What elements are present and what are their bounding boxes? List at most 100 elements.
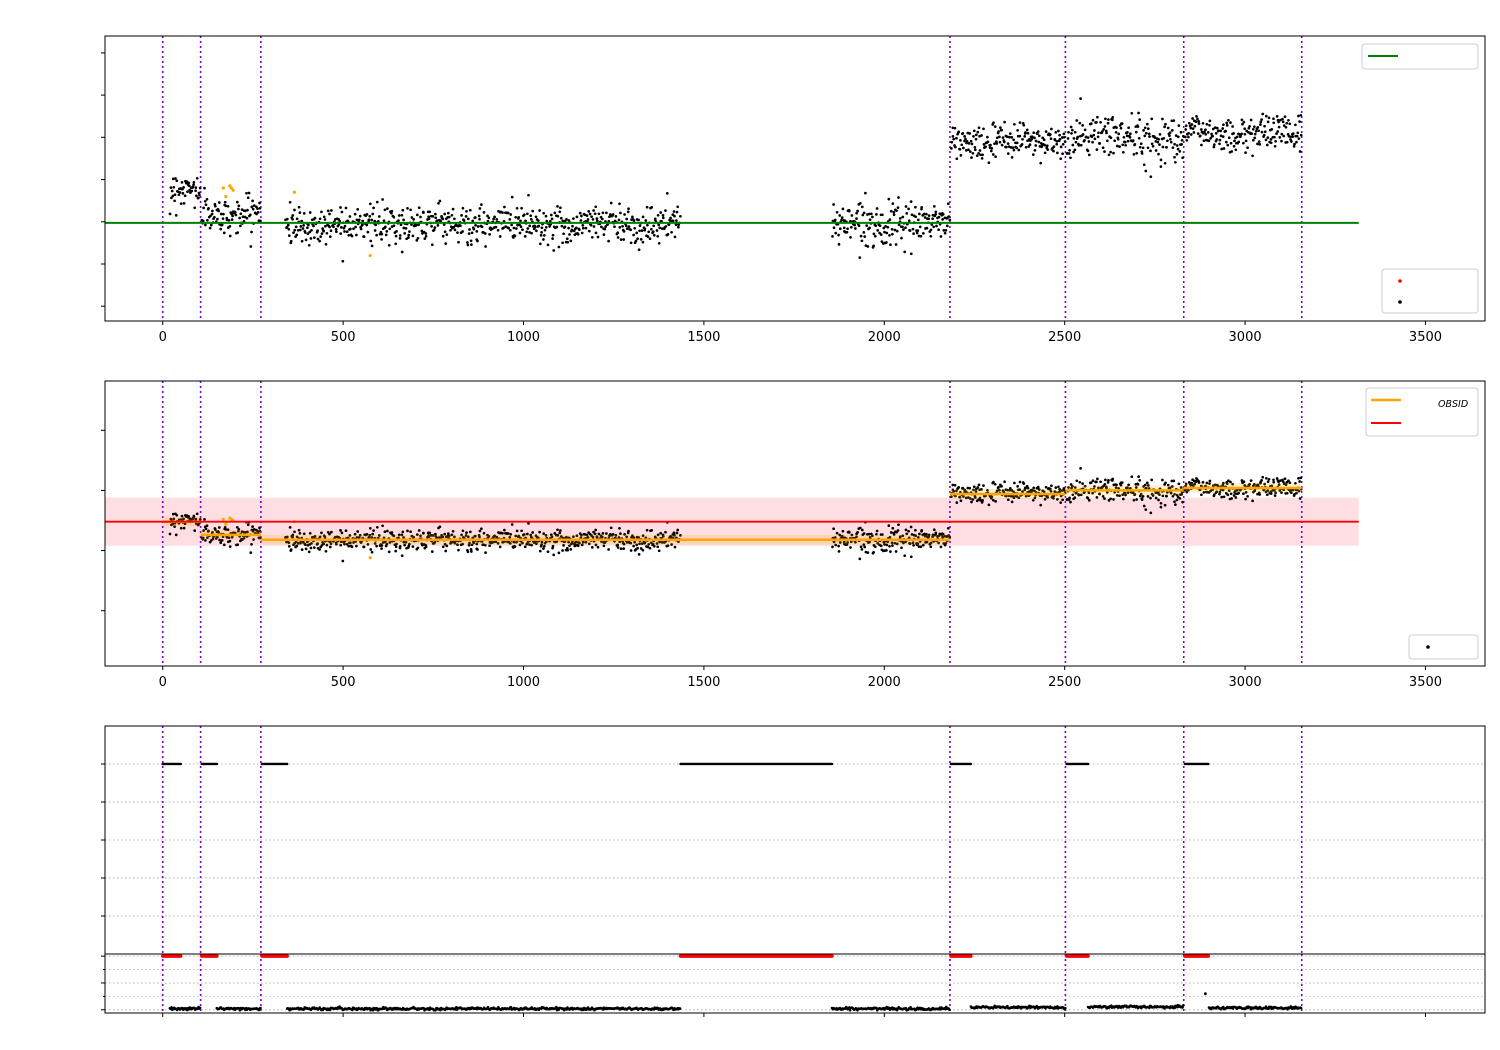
- ok-point: [1272, 117, 1275, 121]
- ok-point: [344, 529, 348, 533]
- ok-point: [1006, 152, 1010, 155]
- ok-point: [1149, 496, 1152, 500]
- ok-point: [911, 227, 915, 231]
- ok-point: [1126, 139, 1130, 143]
- ok-point: [1091, 140, 1094, 144]
- ok-point: [959, 499, 963, 503]
- ok-point: [1251, 154, 1254, 158]
- ok-point: [637, 553, 641, 556]
- ok-point: [1225, 121, 1229, 125]
- ok-point: [322, 215, 326, 219]
- ok-point: [854, 227, 857, 230]
- ok-point: [1224, 129, 1228, 133]
- ok-point: [866, 245, 870, 248]
- ok-point: [1006, 142, 1010, 145]
- ok-point: [316, 229, 319, 233]
- ok-point: [894, 550, 898, 553]
- ok-point: [193, 206, 197, 210]
- ok-point: [520, 529, 523, 533]
- ok-point: [1242, 141, 1245, 145]
- ok-point: [889, 550, 892, 553]
- ok-point: [578, 211, 582, 215]
- ok-point: [1222, 147, 1226, 150]
- ok-point: [1058, 133, 1061, 137]
- ok-point: [1212, 143, 1216, 146]
- ok-point: [675, 531, 679, 535]
- x-tick-label: 3500: [1409, 330, 1442, 345]
- ok-point: [518, 231, 522, 235]
- ok-point: [1253, 132, 1257, 136]
- ok-point: [210, 212, 214, 216]
- ok-point: [1136, 483, 1140, 486]
- ok-point: [369, 239, 373, 243]
- ok-point: [1061, 152, 1064, 156]
- ok-point: [307, 550, 311, 554]
- ok-point: [1256, 126, 1260, 129]
- ok-point: [1132, 153, 1136, 156]
- ok-point: [496, 228, 500, 232]
- ok-point: [676, 205, 680, 209]
- ok-point: [381, 524, 384, 528]
- not-kalman-flag-point: [969, 762, 973, 766]
- ok-point: [903, 250, 907, 254]
- ok-point: [1234, 148, 1238, 152]
- ok-point: [341, 559, 345, 563]
- ok-point: [542, 532, 546, 535]
- ok-point: [1298, 150, 1302, 153]
- ok-point: [180, 181, 184, 184]
- ok-point: [991, 498, 995, 502]
- ok-point: [1011, 146, 1015, 149]
- ok-point: [527, 193, 530, 197]
- ok-point: [303, 231, 307, 234]
- ok-point: [1284, 125, 1288, 129]
- ok-point: [623, 213, 626, 216]
- ok-point: [873, 234, 877, 238]
- ok-point: [233, 211, 237, 214]
- ok-point: [1026, 486, 1030, 490]
- ok-point: [970, 156, 973, 159]
- ok-point: [1187, 135, 1190, 139]
- ok-point: [1112, 498, 1115, 501]
- ok-point: [1281, 117, 1284, 121]
- ok-point: [897, 523, 900, 527]
- ok-point: [1069, 156, 1072, 160]
- ok-point: [390, 531, 394, 534]
- ok-point: [841, 529, 845, 533]
- ok-point: [464, 215, 468, 218]
- ok-point: [859, 545, 863, 549]
- ok-point: [186, 190, 189, 194]
- ok-point: [1132, 498, 1136, 502]
- ok-point: [677, 225, 680, 229]
- ok-point: [857, 224, 861, 228]
- ok-point: [1115, 144, 1119, 148]
- ok-point: [1180, 138, 1184, 142]
- ok-point: [293, 228, 297, 232]
- ok-point: [359, 227, 363, 231]
- ok-point: [438, 525, 442, 529]
- ok-point: [1126, 131, 1129, 134]
- ok-point: [416, 546, 420, 550]
- ok-point: [520, 206, 523, 210]
- ok-point: [657, 223, 661, 227]
- ok-point: [1183, 135, 1187, 139]
- ok-point: [187, 184, 191, 188]
- ok-point: [977, 126, 981, 130]
- ok-point: [208, 226, 212, 230]
- ok-point: [932, 225, 936, 229]
- ok-point: [1095, 480, 1098, 484]
- ok-point: [645, 528, 649, 532]
- ok-point: [953, 483, 957, 487]
- ok-point: [1107, 118, 1110, 121]
- ok-point: [384, 225, 387, 229]
- ok-point: [1254, 129, 1258, 133]
- ok-point: [879, 233, 883, 236]
- ok-point: [322, 229, 326, 233]
- ok-point: [1092, 133, 1096, 137]
- ok-point: [482, 531, 486, 535]
- ok-point: [669, 216, 672, 220]
- ok-point: [1211, 134, 1214, 138]
- ok-point: [625, 227, 629, 230]
- ok-point: [1252, 138, 1255, 142]
- ok-point: [355, 233, 358, 237]
- ok-point: [310, 228, 313, 232]
